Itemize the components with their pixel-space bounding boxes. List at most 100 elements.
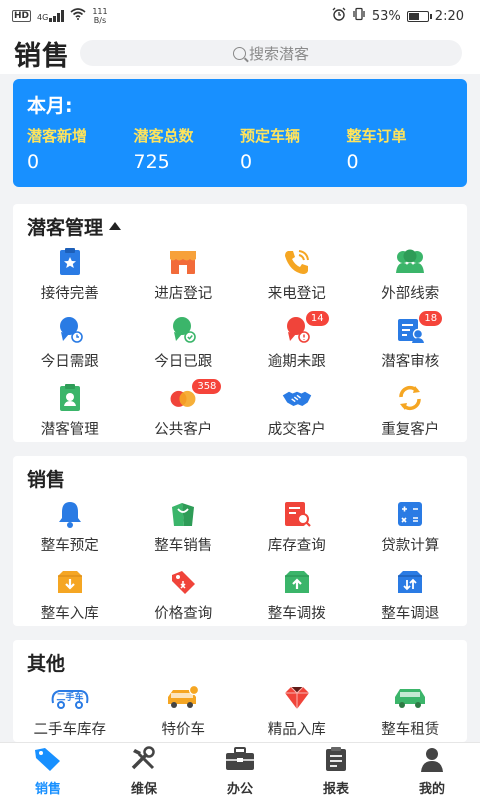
clipboard-icon <box>322 746 350 776</box>
menu-prospect-manage[interactable]: 潜客管理 <box>13 376 127 444</box>
menu-closed-customers[interactable]: 成交客户 <box>240 376 354 444</box>
tab-label: 销售 <box>34 782 61 797</box>
menu-label: 库存查询 <box>267 538 326 554</box>
menu-label: 成交客户 <box>267 422 326 438</box>
menu-label: 整车入库 <box>40 606 99 622</box>
search-placeholder: 搜索潜客 <box>248 44 309 63</box>
menu-label: 整车预定 <box>40 538 99 554</box>
search-icon <box>232 46 246 60</box>
search-input[interactable]: 搜索潜客 <box>80 40 462 66</box>
menu-vehicle-transfer[interactable]: 整车调拨 <box>240 560 354 628</box>
tab-label: 我的 <box>418 782 445 797</box>
bag-icon <box>167 498 199 530</box>
menu-label: 特价车 <box>161 722 206 738</box>
menu-repeat-customers[interactable]: 重复客户 <box>354 376 468 444</box>
menu-label: 重复客户 <box>381 422 440 438</box>
section-title-prospects[interactable]: 潜客管理 <box>13 204 467 240</box>
today-follow-icon <box>54 314 86 346</box>
menu-special-price-car[interactable]: 特价车 <box>127 676 241 744</box>
menu-vehicle-sales[interactable]: 整车销售 <box>127 492 241 560</box>
stat-value: 725 <box>133 151 170 173</box>
price-tag-icon <box>167 566 199 598</box>
tools-icon <box>129 746 159 776</box>
menu-label: 贷款计算 <box>381 538 440 554</box>
menu-loan-calculator[interactable]: 贷款计算 <box>354 492 468 560</box>
stat-vehicle-orders[interactable]: 整车订单 0 <box>347 125 454 173</box>
section-title-sales: 销售 <box>27 468 66 491</box>
prospect-management-section: 潜客管理 接待完善 进店登记 来电登记 外部线索 今日需跟 今日已跟 逾期未跟 … <box>13 204 467 442</box>
bell-icon <box>54 498 86 530</box>
tab-profile[interactable]: 我的 <box>384 743 480 800</box>
stat-value: 0 <box>240 151 253 173</box>
stat-label: 潜客总数 <box>133 127 194 145</box>
sales-section: 销售 整车预定 整车销售 库存查询 贷款计算 整车入库 价格查询 整车调拨 整车… <box>13 456 467 626</box>
stat-reserved-vehicles[interactable]: 预定车辆 0 <box>240 125 347 173</box>
page-title: 销售 <box>14 40 70 72</box>
reception-icon <box>54 246 86 278</box>
tab-sales[interactable]: 销售 <box>0 743 96 800</box>
bottom-tab-bar: 销售 维保 办公 报表 我的 <box>0 742 480 800</box>
stat-label: 潜客新增 <box>27 127 88 145</box>
badge-review: 18 <box>419 311 443 326</box>
menu-label: 潜客审核 <box>381 354 440 370</box>
tab-office[interactable]: 办公 <box>192 743 288 800</box>
badge-public-customers: 358 <box>192 379 222 394</box>
calculator-icon <box>394 498 426 530</box>
menu-vehicle-stock-in[interactable]: 整车入库 <box>13 560 127 628</box>
menu-inventory-query[interactable]: 库存查询 <box>240 492 354 560</box>
section-title-text: 潜客管理 <box>27 216 104 239</box>
menu-price-query[interactable]: 价格查询 <box>127 560 241 628</box>
menu-vehicle-return[interactable]: 整车调退 <box>354 560 468 628</box>
menu-label: 接待完善 <box>40 286 99 302</box>
menu-overdue[interactable]: 逾期未跟 14 <box>240 308 354 376</box>
menu-public-customers[interactable]: 公共客户 358 <box>127 376 241 444</box>
menu-label: 今日需跟 <box>40 354 99 370</box>
menu-followed-today[interactable]: 今日已跟 <box>127 308 241 376</box>
menu-used-car-stock[interactable]: 二手车 二手车库存 <box>13 676 127 744</box>
stat-value: 0 <box>27 151 40 173</box>
menu-follow-today[interactable]: 今日需跟 <box>13 308 127 376</box>
briefcase-icon <box>224 746 256 776</box>
menu-label: 精品入库 <box>267 722 326 738</box>
menu-label: 潜客管理 <box>40 422 99 438</box>
menu-label: 来电登记 <box>267 286 326 302</box>
menu-label: 今日已跟 <box>154 354 213 370</box>
status-bar: HD 4G 111 B/s 53% 2:20 <box>0 0 480 32</box>
header: 销售 搜索潜客 <box>0 32 480 74</box>
stat-total-prospects[interactable]: 潜客总数 725 <box>134 125 241 173</box>
menu-reception[interactable]: 接待完善 <box>13 240 127 308</box>
menu-vehicle-rental[interactable]: 整车租赁 <box>354 676 468 744</box>
month-summary-card: 本月: 潜客新增 0 潜客总数 725 预定车辆 0 整车订单 0 <box>13 79 467 187</box>
clock: 2:20 <box>434 8 464 24</box>
tab-reports[interactable]: 报表 <box>288 743 384 800</box>
person-icon <box>418 746 446 776</box>
stat-new-prospects[interactable]: 潜客新增 0 <box>27 125 134 173</box>
used-car-icon: 二手车 <box>49 682 91 714</box>
month-stats: 潜客新增 0 潜客总数 725 预定车辆 0 整车订单 0 <box>27 125 453 173</box>
menu-prospect-review[interactable]: 潜客审核 18 <box>354 308 468 376</box>
menu-boutique-stock-in[interactable]: 精品入库 <box>240 676 354 744</box>
signal-icon: 4G <box>37 10 65 22</box>
menu-vehicle-reservation[interactable]: 整车预定 <box>13 492 127 560</box>
handshake-icon <box>281 382 313 414</box>
svg-text:二手车: 二手车 <box>56 691 83 703</box>
section-title-other: 其他 <box>27 652 66 675</box>
transfer-icon <box>281 566 313 598</box>
menu-store-checkin[interactable]: 进店登记 <box>127 240 241 308</box>
followed-icon <box>167 314 199 346</box>
tag-icon <box>33 746 63 776</box>
tab-label: 报表 <box>322 782 349 797</box>
tab-label: 办公 <box>226 782 253 797</box>
tab-maintenance[interactable]: 维保 <box>96 743 192 800</box>
menu-external-leads[interactable]: 外部线索 <box>354 240 468 308</box>
store-icon <box>167 246 199 278</box>
special-car-icon <box>165 682 201 714</box>
repeat-icon <box>394 382 426 414</box>
stat-label: 预定车辆 <box>240 127 301 145</box>
menu-label: 整车调退 <box>381 606 440 622</box>
menu-label: 公共客户 <box>154 422 213 438</box>
box-in-icon <box>54 566 86 598</box>
menu-call-checkin[interactable]: 来电登记 <box>240 240 354 308</box>
month-title: 本月: <box>27 95 73 117</box>
leads-icon <box>394 246 426 278</box>
